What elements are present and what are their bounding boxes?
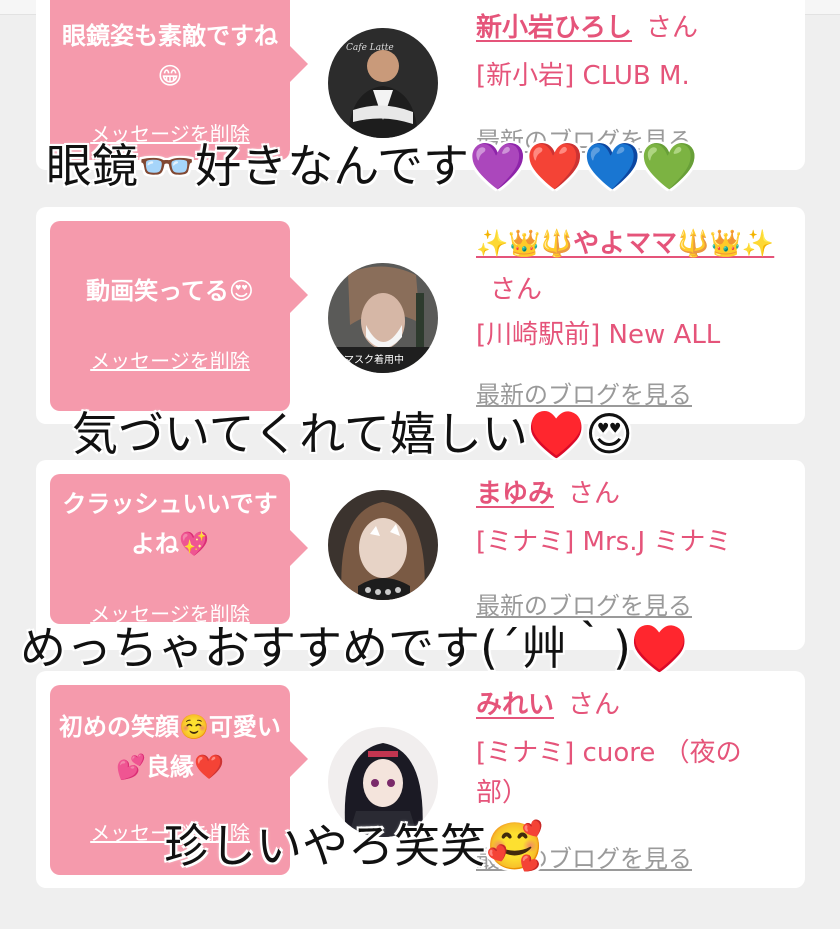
message-text: 眼鏡姿も素敵ですね😁: [62, 22, 278, 90]
avatar-overlay-text: マスク着用中: [344, 353, 404, 366]
delete-message-link[interactable]: メッセージを削除: [50, 345, 290, 374]
message-card: 動画笑ってる😍 メッセージを削除 マスク着用中 ✨👑🔱やよママ🔱👑✨ さん [川崎…: [36, 207, 805, 424]
shop-name: [ミナミ] cuore （夜の部）: [476, 738, 742, 808]
avatar[interactable]: [328, 490, 438, 600]
sender-name-link[interactable]: 新小岩ひろし: [476, 13, 632, 43]
shop-name: [ミナミ] Mrs.J ミナミ: [476, 527, 732, 557]
sender-name-link[interactable]: まゆみ: [476, 479, 554, 509]
message-text: 動画笑ってる😍: [86, 277, 254, 305]
overlay-caption: 気づいてくれて嬉しい♥️😍: [72, 407, 634, 461]
avatar[interactable]: マスク着用中: [328, 263, 438, 373]
overlay-caption: 珍しいやろ笑笑🥰: [164, 819, 544, 873]
shop-name: [新小岩] CLUB M.: [476, 61, 690, 91]
shop-name: [川崎駅前] New ALL: [476, 320, 721, 350]
sender-info: まゆみ さん [ミナミ] Mrs.J ミナミ: [476, 474, 796, 562]
svg-text:Cafe Latte: Cafe Latte: [346, 43, 394, 53]
honorific: さん: [490, 275, 543, 305]
sender-name-link[interactable]: ✨👑🔱やよママ🔱👑✨: [476, 229, 774, 259]
honorific: さん: [568, 479, 621, 509]
message-bubble: クラッシュいいですよね💖 メッセージを削除: [50, 474, 308, 626]
avatar[interactable]: Cafe Latte: [328, 28, 438, 138]
honorific: さん: [646, 13, 699, 43]
message-bubble: 動画笑ってる😍 メッセージを削除: [50, 221, 308, 411]
sender-info: 新小岩ひろし さん [新小岩] CLUB M.: [476, 8, 796, 96]
sender-info: みれい さん [ミナミ] cuore （夜の部）: [476, 685, 796, 813]
message-text: 初めの笑顔☺️可愛い💕良縁❤️: [59, 713, 281, 781]
overlay-caption: 眼鏡👓好きなんです💜❤️💙💚: [46, 139, 699, 193]
message-text: クラッシュいいですよね💖: [62, 490, 278, 558]
overlay-caption: めっちゃおすすめです(´艸｀)♥️: [20, 621, 689, 675]
sender-name-link[interactable]: みれい: [476, 690, 554, 720]
honorific: さん: [568, 690, 621, 720]
sender-info: ✨👑🔱やよママ🔱👑✨ さん [川崎駅前] New ALL: [476, 221, 796, 355]
